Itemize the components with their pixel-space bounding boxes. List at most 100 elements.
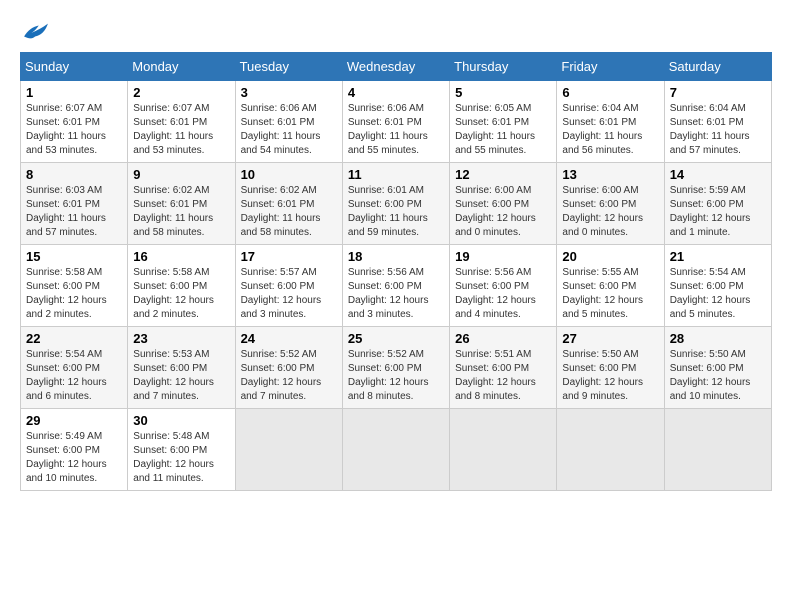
calendar-day-cell: 14 Sunrise: 5:59 AM Sunset: 6:00 PM Dayl… xyxy=(664,163,771,245)
day-info: Sunrise: 5:48 AM Sunset: 6:00 PM Dayligh… xyxy=(133,430,229,486)
calendar-day-cell: 26 Sunrise: 5:51 AM Sunset: 6:00 PM Dayl… xyxy=(450,327,557,409)
day-info: Sunrise: 6:00 AM Sunset: 6:00 PM Dayligh… xyxy=(455,184,551,240)
calendar-day-cell: 8 Sunrise: 6:03 AM Sunset: 6:01 PM Dayli… xyxy=(21,163,128,245)
day-info: Sunrise: 5:50 AM Sunset: 6:00 PM Dayligh… xyxy=(562,348,658,404)
calendar-day-cell: 15 Sunrise: 5:58 AM Sunset: 6:00 PM Dayl… xyxy=(21,245,128,327)
day-number: 15 xyxy=(26,249,122,264)
weekday-header: Thursday xyxy=(450,53,557,81)
calendar-week-row: 29 Sunrise: 5:49 AM Sunset: 6:00 PM Dayl… xyxy=(21,409,772,491)
calendar-day-cell: 25 Sunrise: 5:52 AM Sunset: 6:00 PM Dayl… xyxy=(342,327,449,409)
day-info: Sunrise: 5:53 AM Sunset: 6:00 PM Dayligh… xyxy=(133,348,229,404)
calendar-day-cell: 28 Sunrise: 5:50 AM Sunset: 6:00 PM Dayl… xyxy=(664,327,771,409)
calendar-day-cell xyxy=(664,409,771,491)
day-info: Sunrise: 6:07 AM Sunset: 6:01 PM Dayligh… xyxy=(133,102,229,158)
calendar-day-cell: 2 Sunrise: 6:07 AM Sunset: 6:01 PM Dayli… xyxy=(128,81,235,163)
weekday-header: Monday xyxy=(128,53,235,81)
day-number: 29 xyxy=(26,413,122,428)
calendar-table: SundayMondayTuesdayWednesdayThursdayFrid… xyxy=(20,52,772,491)
day-info: Sunrise: 5:58 AM Sunset: 6:00 PM Dayligh… xyxy=(26,266,122,322)
calendar-day-cell: 1 Sunrise: 6:07 AM Sunset: 6:01 PM Dayli… xyxy=(21,81,128,163)
day-info: Sunrise: 6:06 AM Sunset: 6:01 PM Dayligh… xyxy=(348,102,444,158)
day-number: 26 xyxy=(455,331,551,346)
day-info: Sunrise: 6:02 AM Sunset: 6:01 PM Dayligh… xyxy=(133,184,229,240)
day-info: Sunrise: 6:02 AM Sunset: 6:01 PM Dayligh… xyxy=(241,184,337,240)
calendar-day-cell: 27 Sunrise: 5:50 AM Sunset: 6:00 PM Dayl… xyxy=(557,327,664,409)
day-number: 23 xyxy=(133,331,229,346)
calendar-day-cell: 21 Sunrise: 5:54 AM Sunset: 6:00 PM Dayl… xyxy=(664,245,771,327)
calendar-day-cell: 22 Sunrise: 5:54 AM Sunset: 6:00 PM Dayl… xyxy=(21,327,128,409)
day-info: Sunrise: 5:57 AM Sunset: 6:00 PM Dayligh… xyxy=(241,266,337,322)
calendar-day-cell: 9 Sunrise: 6:02 AM Sunset: 6:01 PM Dayli… xyxy=(128,163,235,245)
calendar-day-cell: 16 Sunrise: 5:58 AM Sunset: 6:00 PM Dayl… xyxy=(128,245,235,327)
calendar-day-cell: 24 Sunrise: 5:52 AM Sunset: 6:00 PM Dayl… xyxy=(235,327,342,409)
day-info: Sunrise: 6:04 AM Sunset: 6:01 PM Dayligh… xyxy=(562,102,658,158)
calendar-day-cell: 18 Sunrise: 5:56 AM Sunset: 6:00 PM Dayl… xyxy=(342,245,449,327)
calendar-week-row: 15 Sunrise: 5:58 AM Sunset: 6:00 PM Dayl… xyxy=(21,245,772,327)
day-number: 17 xyxy=(241,249,337,264)
day-info: Sunrise: 5:58 AM Sunset: 6:00 PM Dayligh… xyxy=(133,266,229,322)
day-number: 28 xyxy=(670,331,766,346)
calendar-day-cell: 17 Sunrise: 5:57 AM Sunset: 6:00 PM Dayl… xyxy=(235,245,342,327)
day-number: 18 xyxy=(348,249,444,264)
calendar-day-cell: 11 Sunrise: 6:01 AM Sunset: 6:00 PM Dayl… xyxy=(342,163,449,245)
day-number: 16 xyxy=(133,249,229,264)
calendar-day-cell: 5 Sunrise: 6:05 AM Sunset: 6:01 PM Dayli… xyxy=(450,81,557,163)
day-number: 21 xyxy=(670,249,766,264)
day-number: 6 xyxy=(562,85,658,100)
day-info: Sunrise: 5:52 AM Sunset: 6:00 PM Dayligh… xyxy=(348,348,444,404)
day-number: 19 xyxy=(455,249,551,264)
calendar-day-cell: 10 Sunrise: 6:02 AM Sunset: 6:01 PM Dayl… xyxy=(235,163,342,245)
day-number: 24 xyxy=(241,331,337,346)
calendar-week-row: 1 Sunrise: 6:07 AM Sunset: 6:01 PM Dayli… xyxy=(21,81,772,163)
calendar-day-cell xyxy=(342,409,449,491)
calendar-day-cell: 23 Sunrise: 5:53 AM Sunset: 6:00 PM Dayl… xyxy=(128,327,235,409)
calendar-day-cell xyxy=(557,409,664,491)
day-number: 22 xyxy=(26,331,122,346)
page-header xyxy=(20,20,772,42)
logo-bird-icon xyxy=(22,20,50,42)
day-info: Sunrise: 5:51 AM Sunset: 6:00 PM Dayligh… xyxy=(455,348,551,404)
day-number: 30 xyxy=(133,413,229,428)
day-number: 27 xyxy=(562,331,658,346)
day-info: Sunrise: 5:52 AM Sunset: 6:00 PM Dayligh… xyxy=(241,348,337,404)
day-number: 12 xyxy=(455,167,551,182)
calendar-day-cell: 19 Sunrise: 5:56 AM Sunset: 6:00 PM Dayl… xyxy=(450,245,557,327)
weekday-header: Saturday xyxy=(664,53,771,81)
logo xyxy=(20,20,50,42)
weekday-header: Sunday xyxy=(21,53,128,81)
calendar-day-cell: 12 Sunrise: 6:00 AM Sunset: 6:00 PM Dayl… xyxy=(450,163,557,245)
day-number: 25 xyxy=(348,331,444,346)
weekday-header: Friday xyxy=(557,53,664,81)
weekday-header: Wednesday xyxy=(342,53,449,81)
day-number: 3 xyxy=(241,85,337,100)
day-number: 2 xyxy=(133,85,229,100)
calendar-week-row: 22 Sunrise: 5:54 AM Sunset: 6:00 PM Dayl… xyxy=(21,327,772,409)
calendar-day-cell: 13 Sunrise: 6:00 AM Sunset: 6:00 PM Dayl… xyxy=(557,163,664,245)
calendar-day-cell: 30 Sunrise: 5:48 AM Sunset: 6:00 PM Dayl… xyxy=(128,409,235,491)
calendar-day-cell: 20 Sunrise: 5:55 AM Sunset: 6:00 PM Dayl… xyxy=(557,245,664,327)
calendar-day-cell xyxy=(450,409,557,491)
weekday-header-row: SundayMondayTuesdayWednesdayThursdayFrid… xyxy=(21,53,772,81)
day-info: Sunrise: 6:01 AM Sunset: 6:00 PM Dayligh… xyxy=(348,184,444,240)
day-info: Sunrise: 5:54 AM Sunset: 6:00 PM Dayligh… xyxy=(670,266,766,322)
day-info: Sunrise: 5:56 AM Sunset: 6:00 PM Dayligh… xyxy=(455,266,551,322)
weekday-header: Tuesday xyxy=(235,53,342,81)
day-number: 5 xyxy=(455,85,551,100)
day-info: Sunrise: 5:59 AM Sunset: 6:00 PM Dayligh… xyxy=(670,184,766,240)
day-info: Sunrise: 5:54 AM Sunset: 6:00 PM Dayligh… xyxy=(26,348,122,404)
day-info: Sunrise: 5:56 AM Sunset: 6:00 PM Dayligh… xyxy=(348,266,444,322)
day-number: 7 xyxy=(670,85,766,100)
calendar-day-cell: 7 Sunrise: 6:04 AM Sunset: 6:01 PM Dayli… xyxy=(664,81,771,163)
day-number: 13 xyxy=(562,167,658,182)
calendar-week-row: 8 Sunrise: 6:03 AM Sunset: 6:01 PM Dayli… xyxy=(21,163,772,245)
day-number: 4 xyxy=(348,85,444,100)
day-info: Sunrise: 5:49 AM Sunset: 6:00 PM Dayligh… xyxy=(26,430,122,486)
calendar-day-cell: 29 Sunrise: 5:49 AM Sunset: 6:00 PM Dayl… xyxy=(21,409,128,491)
day-info: Sunrise: 5:50 AM Sunset: 6:00 PM Dayligh… xyxy=(670,348,766,404)
calendar-day-cell: 4 Sunrise: 6:06 AM Sunset: 6:01 PM Dayli… xyxy=(342,81,449,163)
day-info: Sunrise: 6:05 AM Sunset: 6:01 PM Dayligh… xyxy=(455,102,551,158)
day-number: 8 xyxy=(26,167,122,182)
calendar-day-cell xyxy=(235,409,342,491)
calendar-day-cell: 6 Sunrise: 6:04 AM Sunset: 6:01 PM Dayli… xyxy=(557,81,664,163)
day-number: 10 xyxy=(241,167,337,182)
